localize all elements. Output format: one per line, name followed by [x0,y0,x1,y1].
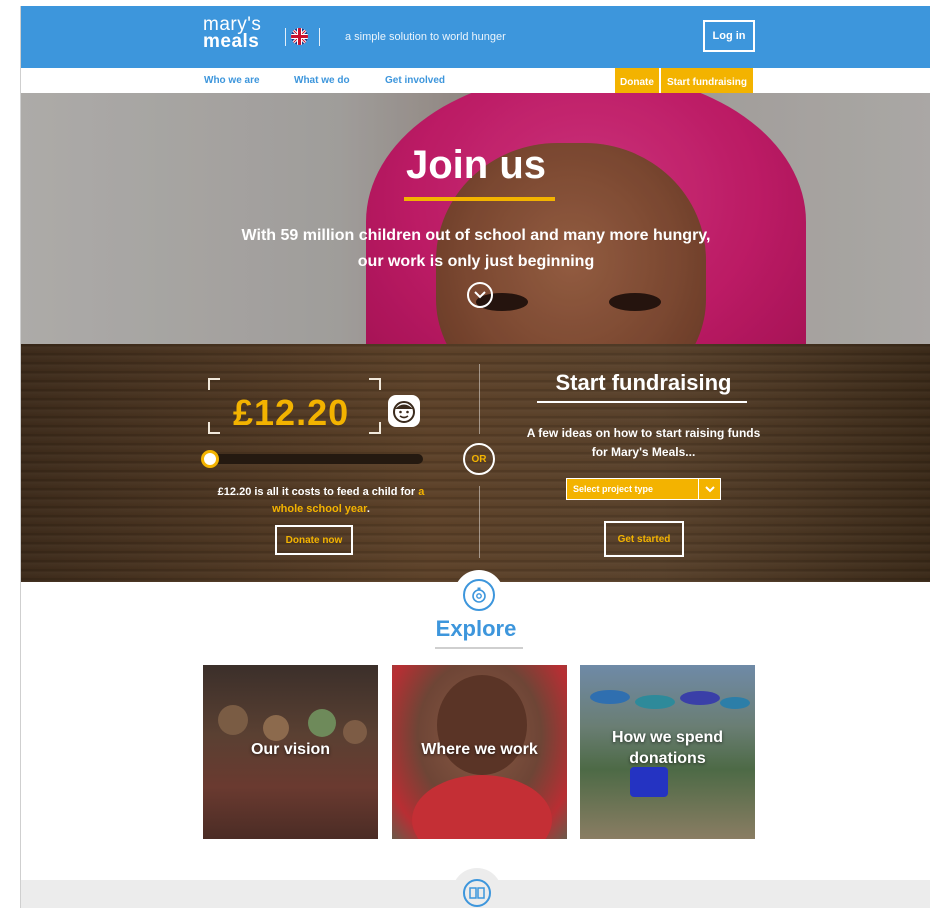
donate-now-button[interactable]: Donate now [275,525,353,555]
cost-text-suffix: . [366,503,370,515]
explore-title: Explore [435,616,517,641]
main-nav: Who we are What we do Get involved Donat… [21,68,930,96]
amount-frame-corner [208,422,220,434]
nav-item-get-involved[interactable]: Get involved [385,75,445,86]
hero-subtitle: With 59 million children out of school a… [241,227,711,270]
photo-detail [635,695,675,709]
fundraise-subtitle: A few ideas on how to start raising fund… [526,426,761,459]
explore-title-underline [435,647,523,649]
uk-flag-icon[interactable] [291,28,308,45]
cost-description: £12.20 is all it costs to feed a child f… [201,484,441,518]
photo-detail [720,697,750,709]
hero-title-underline [404,197,555,201]
site-logo[interactable]: mary's meals [203,15,261,52]
donate-nav-button[interactable]: Donate [615,68,659,96]
amount-frame-corner [208,378,220,390]
nav-item-what-we-do[interactable]: What we do [294,75,350,86]
cost-text-prefix: £12.20 is all it costs to feed a child f… [217,486,419,498]
page: mary's meals a simple solution to world … [20,6,930,908]
or-badge: OR [463,443,495,475]
photo-detail [680,691,720,705]
explore-card-label: Our vision [250,741,331,758]
login-button[interactable]: Log in [703,20,755,52]
or-divider-line [479,364,480,434]
hero-title: Join us [405,143,547,187]
amount-frame-corner [369,422,381,434]
donate-fundraise-section: £12.20 £12.20 is all it costs to feed a … [21,344,930,582]
explore-card-how-we-spend-donations[interactable]: How we spend donations [580,665,755,839]
header-divider [285,28,286,46]
explore-card-where-we-work[interactable]: Where we work [392,665,567,839]
photo-detail [630,767,668,797]
chevron-down-icon[interactable] [698,479,720,499]
photo-detail [437,675,527,775]
explore-card-label: Where we work [421,741,538,758]
explore-card-our-vision[interactable]: Our vision [203,665,378,839]
photo-detail [590,690,630,704]
fundraise-title-underline [537,401,747,403]
photo-detail [308,709,336,737]
photo-detail [218,705,248,735]
photo-detail [263,715,289,741]
site-header: mary's meals a simple solution to world … [21,6,930,68]
compass-icon [463,579,495,611]
get-started-button[interactable]: Get started [604,521,684,557]
chevron-down-icon[interactable] [467,282,493,308]
tagline: a simple solution to world hunger [345,31,506,43]
logo-line-2: meals [203,31,260,52]
donation-amount: £12.20 [233,392,350,433]
project-type-select[interactable]: Select project type [566,478,721,500]
header-divider [319,28,320,46]
hero-banner: Join us With 59 million children out of … [21,93,930,344]
explore-card-label: How we spend donations [611,729,724,767]
fundraise-title: Start fundraising [555,370,732,395]
or-divider-line [479,486,480,558]
nav-item-who-we-are[interactable]: Who we are [204,75,260,86]
start-fundraising-nav-button[interactable]: Start fundraising [661,68,753,96]
amount-frame-corner [369,378,381,390]
child-face-icon [388,395,420,427]
donation-slider-track[interactable] [201,454,423,464]
donation-slider-handle[interactable] [201,450,219,468]
project-type-select-label: Select project type [573,484,654,494]
photo-detail [412,775,552,839]
book-icon [463,879,491,907]
